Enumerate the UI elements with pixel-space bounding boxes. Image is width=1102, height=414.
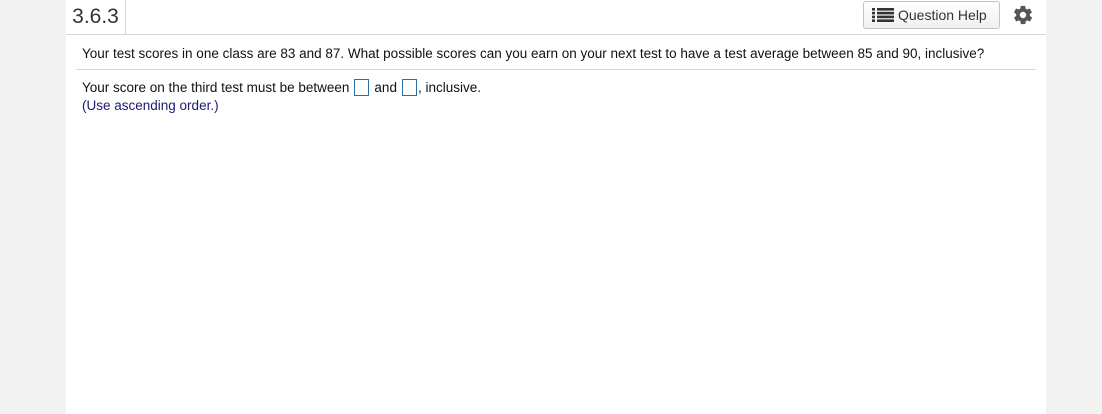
gear-icon[interactable] bbox=[1012, 4, 1034, 26]
list-icon bbox=[872, 8, 894, 22]
answer-prefix: Your score on the third test must be bet… bbox=[82, 79, 350, 95]
question-help-label: Question Help bbox=[898, 7, 987, 23]
answer-hint: (Use ascending order.) bbox=[82, 98, 219, 113]
question-number: 3.6.3 bbox=[66, 0, 126, 34]
question-help-button[interactable]: Question Help bbox=[863, 1, 1000, 29]
question-header: 3.6.3 Question Help bbox=[66, 0, 1046, 35]
question-text: Your test scores in one class are 83 and… bbox=[82, 46, 985, 61]
answer-line: Your score on the third test must be bet… bbox=[82, 77, 481, 97]
question-panel: 3.6.3 Question Help Your test scores in … bbox=[66, 0, 1046, 414]
answer-box-lower[interactable] bbox=[354, 78, 370, 96]
answer-box-upper[interactable] bbox=[401, 78, 417, 96]
answer-suffix: , inclusive. bbox=[417, 79, 481, 95]
answer-connector: and bbox=[374, 79, 397, 95]
divider bbox=[76, 69, 1036, 70]
